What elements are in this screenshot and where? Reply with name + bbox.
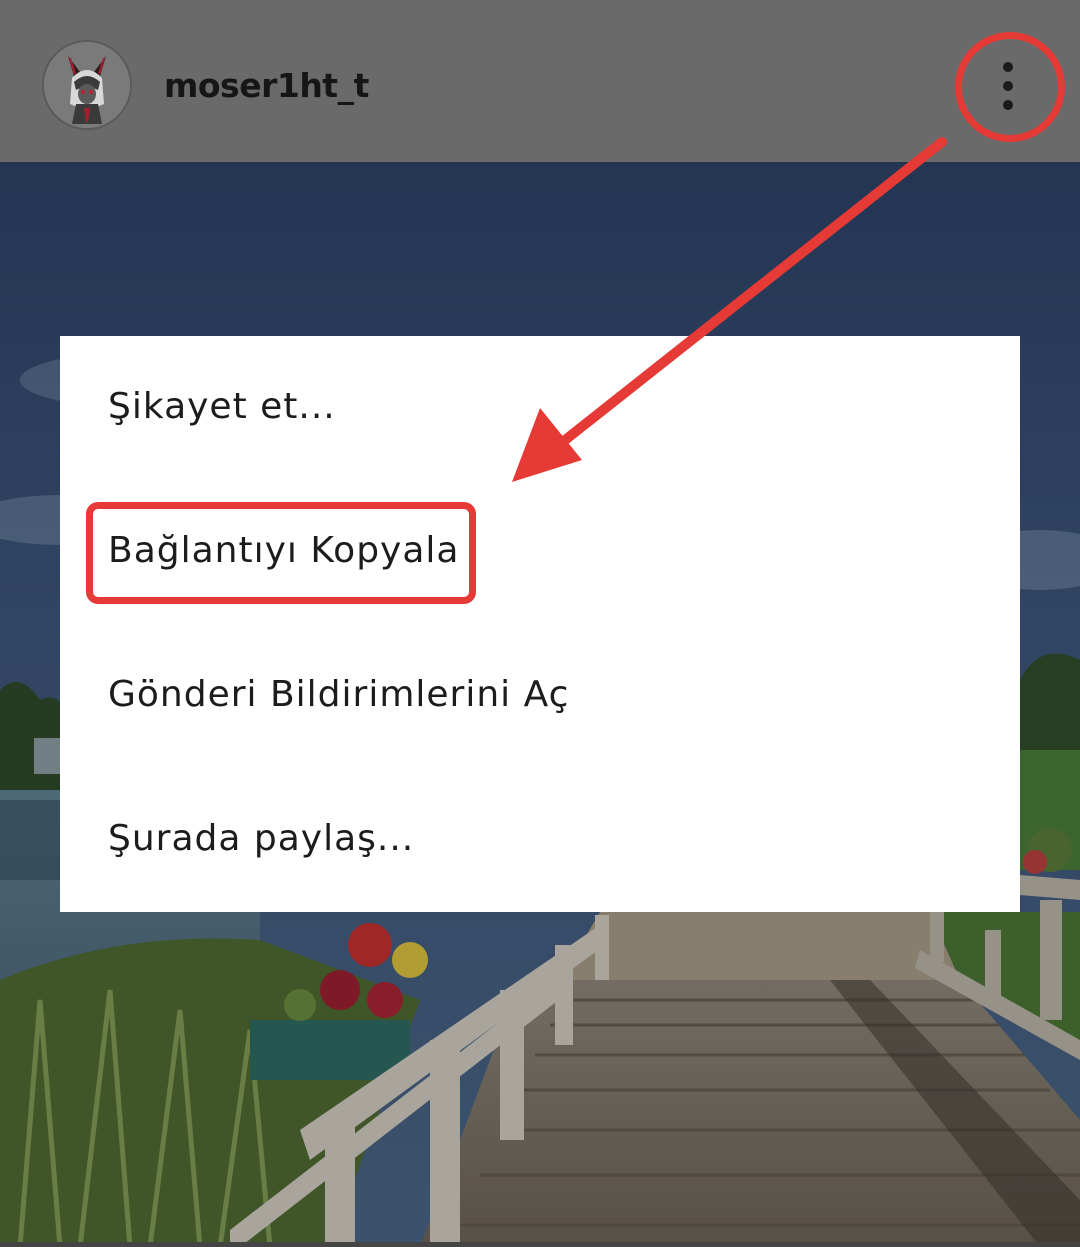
username[interactable]: moser1ht_t bbox=[164, 66, 369, 105]
menu-item-turn-on-post-notifications[interactable]: Gönderi Bildirimlerini Aç bbox=[60, 624, 1020, 768]
menu-item-label: Gönderi Bildirimlerini Aç bbox=[108, 674, 570, 715]
menu-item-label: Şikayet et... bbox=[108, 386, 336, 427]
post-options-menu: Şikayet et... Bağlantıyı Kopyala Gönderi… bbox=[60, 336, 1020, 912]
post-header: moser1ht_t bbox=[0, 0, 1080, 162]
menu-item-share-to[interactable]: Şurada paylaş... bbox=[60, 768, 1020, 912]
post-screen: moser1ht_t Şikayet et... Bağlantıyı Kopy… bbox=[0, 0, 1080, 1247]
menu-item-report[interactable]: Şikayet et... bbox=[60, 336, 1020, 480]
horned-character-avatar-icon[interactable] bbox=[42, 40, 132, 130]
annotation-highlight-box bbox=[86, 502, 476, 604]
annotation-circle bbox=[955, 32, 1065, 142]
menu-item-label: Şurada paylaş... bbox=[108, 818, 415, 859]
